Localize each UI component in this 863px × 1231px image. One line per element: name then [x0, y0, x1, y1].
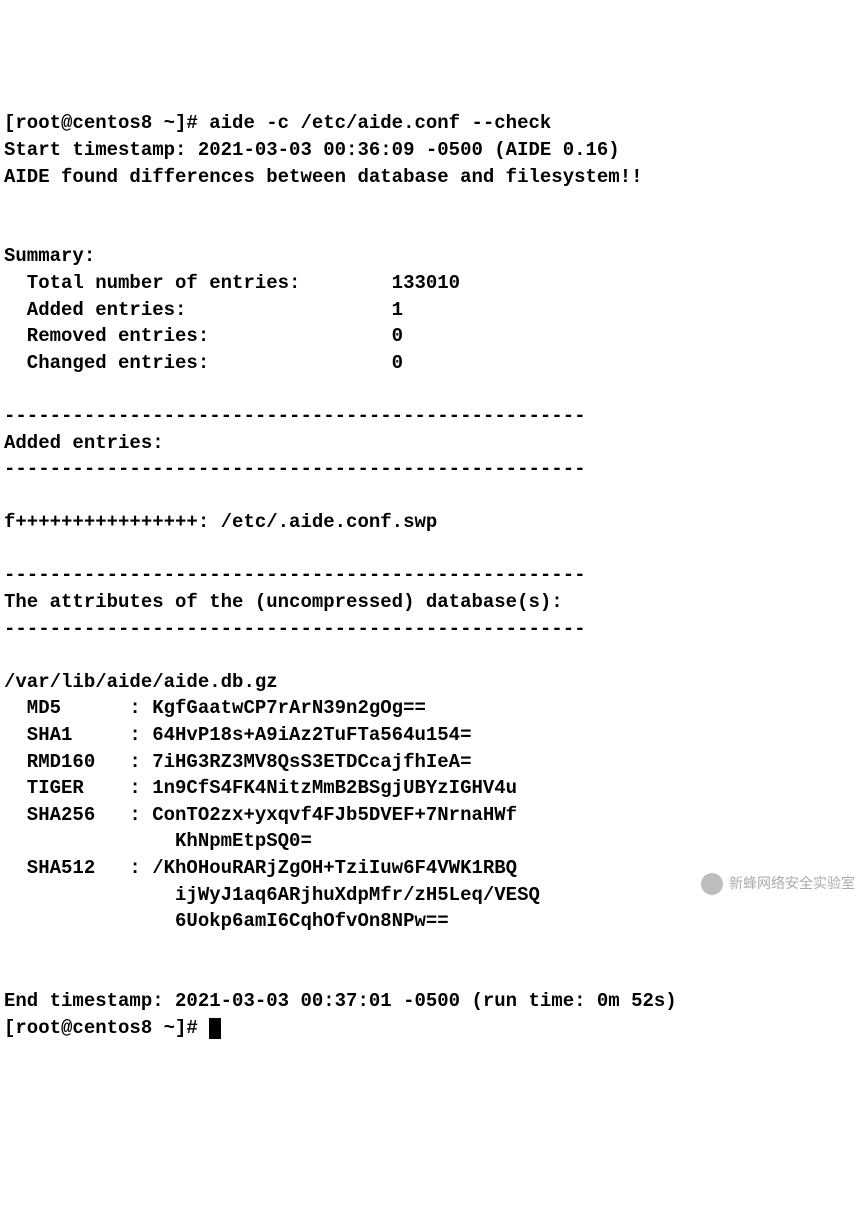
separator: ----------------------------------------…: [4, 564, 586, 586]
watermark: 新蜂网络安全实验室: [701, 873, 855, 895]
attributes-heading: The attributes of the (uncompressed) dat…: [4, 591, 563, 613]
hashes-block: MD5 : KgfGaatwCP7rArN39n2gOg== SHA1 : 64…: [4, 697, 540, 932]
end-timestamp: End timestamp: 2021-03-03 00:37:01 -0500…: [4, 990, 677, 1012]
command: aide -c /etc/aide.conf --check: [209, 112, 551, 134]
watermark-logo-icon: [701, 873, 723, 895]
aide-found-line: AIDE found differences between database …: [4, 166, 643, 188]
separator: ----------------------------------------…: [4, 618, 586, 640]
db-path: /var/lib/aide/aide.db.gz: [4, 671, 278, 693]
separator: ----------------------------------------…: [4, 458, 586, 480]
terminal-output: [root@centos8 ~]# aide -c /etc/aide.conf…: [4, 110, 859, 1041]
shell-prompt: [root@centos8 ~]#: [4, 112, 209, 134]
separator: ----------------------------------------…: [4, 405, 586, 427]
added-entries-heading: Added entries:: [4, 432, 164, 454]
summary-block: Total number of entries: 133010 Added en…: [4, 272, 460, 374]
start-timestamp: Start timestamp: 2021-03-03 00:36:09 -05…: [4, 139, 620, 161]
watermark-text: 新蜂网络安全实验室: [729, 874, 855, 894]
shell-prompt: [root@centos8 ~]#: [4, 1017, 209, 1039]
added-entry: f++++++++++++++++: /etc/.aide.conf.swp: [4, 511, 437, 533]
summary-heading: Summary:: [4, 245, 95, 267]
cursor-icon: [209, 1018, 220, 1039]
